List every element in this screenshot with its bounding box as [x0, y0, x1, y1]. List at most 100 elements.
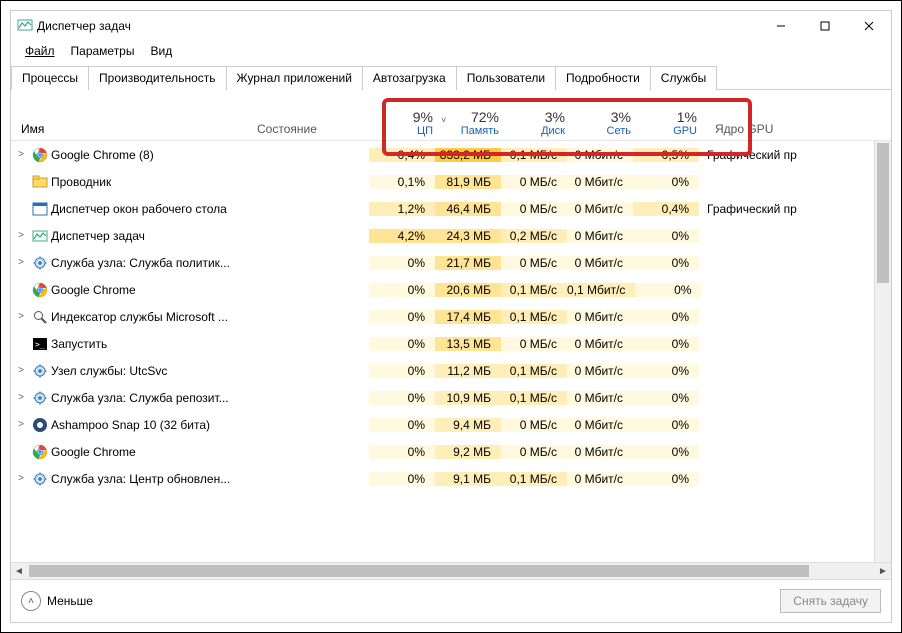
col-network[interactable]: 3% Сеть [575, 109, 641, 140]
chevron-up-icon: ˄ [21, 591, 41, 611]
tab-performance[interactable]: Производительность [88, 66, 226, 90]
process-name: Google Chrome [49, 283, 249, 297]
disk-value: 0,1 МБ/с [501, 472, 567, 486]
table-row[interactable]: >_Запустить0%13,5 МБ0 МБ/с0 Мбит/с0% [11, 330, 891, 357]
close-button[interactable] [847, 11, 891, 41]
table-row[interactable]: Google Chrome0%20,6 МБ0,1 МБ/с0,1 Мбит/с… [11, 276, 891, 303]
tab-app-history[interactable]: Журнал приложений [226, 66, 363, 90]
expand-toggle-icon[interactable]: > [11, 257, 31, 268]
process-name: Диспетчер окон рабочего стола [49, 202, 249, 216]
gpu-value: 0% [633, 364, 699, 378]
gpu-value: 0% [635, 283, 701, 297]
col-gpu[interactable]: 1% GPU [641, 109, 707, 140]
process-icon [31, 201, 49, 217]
titlebar[interactable]: Диспетчер задач [11, 11, 891, 41]
vertical-scrollbar[interactable] [874, 141, 891, 562]
maximize-button[interactable] [803, 11, 847, 41]
table-row[interactable]: >Ashampoo Snap 10 (32 бита)0%9,4 МБ0 МБ/… [11, 411, 891, 438]
process-icon [31, 390, 49, 406]
col-gpu-engine[interactable]: Ядро GPU [707, 122, 891, 140]
tab-details[interactable]: Подробности [555, 66, 651, 90]
footer: ˄ Меньше Снять задачу [11, 580, 891, 622]
process-name: Служба узла: Служба политик... [49, 256, 249, 270]
gpu-value: 0% [633, 229, 699, 243]
horizontal-scrollbar[interactable]: ◄ ► [11, 562, 891, 579]
gpu-value: 0% [633, 472, 699, 486]
scrollbar-thumb[interactable] [877, 143, 889, 283]
expand-toggle-icon[interactable]: > [11, 365, 31, 376]
col-disk[interactable]: 3% Диск [509, 109, 575, 140]
expand-toggle-icon[interactable]: > [11, 473, 31, 484]
table-row[interactable]: >Служба узла: Центр обновлен...0%9,1 МБ0… [11, 465, 891, 492]
fewer-details-button[interactable]: ˄ Меньше [21, 591, 93, 611]
tab-processes[interactable]: Процессы [11, 66, 89, 90]
cpu-value: 0,4% [369, 148, 435, 162]
process-name: Запустить [49, 337, 249, 351]
network-value: 0 Мбит/с [567, 202, 633, 216]
process-icon [31, 363, 49, 379]
table-row[interactable]: >Индексатор службы Microsoft ...0%17,4 М… [11, 303, 891, 330]
menu-view[interactable]: Вид [142, 42, 180, 60]
table-row[interactable]: >Служба узла: Служба политик...0%21,7 МБ… [11, 249, 891, 276]
expand-toggle-icon[interactable]: > [11, 419, 31, 430]
gpu-value: 0% [633, 337, 699, 351]
process-icon [31, 255, 49, 271]
col-name[interactable]: Имя [11, 122, 257, 140]
expand-toggle-icon[interactable]: > [11, 392, 31, 403]
col-cpu[interactable]: 9% ЦП [377, 109, 443, 140]
expand-toggle-icon[interactable]: > [11, 149, 31, 160]
table-row[interactable]: Проводник0,1%81,9 МБ0 МБ/с0 Мбит/с0% [11, 168, 891, 195]
memory-value: 9,4 МБ [435, 418, 501, 432]
gpu-value: 0% [633, 418, 699, 432]
col-state[interactable]: Состояние [257, 122, 377, 140]
table-row[interactable]: >Узел службы: UtcSvc0%11,2 МБ0,1 МБ/с0 М… [11, 357, 891, 384]
cpu-value: 0% [369, 310, 435, 324]
table-row[interactable]: Диспетчер окон рабочего стола1,2%46,4 МБ… [11, 195, 891, 222]
scroll-right-icon[interactable]: ► [875, 563, 891, 579]
tab-services[interactable]: Службы [650, 66, 717, 90]
gpu-value: 0,4% [633, 202, 699, 216]
disk-value: 0 МБ/с [501, 175, 567, 189]
tab-startup[interactable]: Автозагрузка [362, 66, 457, 90]
disk-value: 0 МБ/с [501, 202, 567, 216]
gpu-value: 0% [633, 445, 699, 459]
memory-value: 17,4 МБ [435, 310, 501, 324]
scrollbar-thumb[interactable] [29, 565, 809, 577]
memory-value: 833,2 МБ [435, 148, 501, 162]
scroll-left-icon[interactable]: ◄ [11, 563, 27, 579]
expand-toggle-icon[interactable]: > [11, 311, 31, 322]
process-name: Служба узла: Служба репозит... [49, 391, 249, 405]
process-list[interactable]: >Google Chrome (8)0,4%833,2 МБ0,1 МБ/с0 … [11, 141, 891, 562]
minimize-button[interactable] [759, 11, 803, 41]
menubar: Файл Параметры Вид [11, 41, 891, 61]
svg-text:>_: >_ [35, 340, 45, 349]
network-value: 0 Мбит/с [567, 175, 633, 189]
memory-value: 20,6 МБ [435, 283, 501, 297]
cpu-value: 0% [369, 391, 435, 405]
sort-indicator-icon: ˅ [441, 115, 446, 125]
table-row[interactable]: >Google Chrome (8)0,4%833,2 МБ0,1 МБ/с0 … [11, 141, 891, 168]
table-row[interactable]: Google Chrome0%9,2 МБ0 МБ/с0 Мбит/с0% [11, 438, 891, 465]
process-icon [31, 471, 49, 487]
table-row[interactable]: >Диспетчер задач4,2%24,3 МБ0,2 МБ/с0 Мби… [11, 222, 891, 249]
disk-value: 0,1 МБ/с [501, 364, 567, 378]
memory-value: 10,9 МБ [435, 391, 501, 405]
gpu-value: 0% [633, 391, 699, 405]
cpu-value: 1,2% [369, 202, 435, 216]
network-value: 0 Мбит/с [567, 445, 633, 459]
tab-users[interactable]: Пользователи [456, 66, 556, 90]
col-memory[interactable]: ˅ 72% Память [443, 109, 509, 140]
window-title: Диспетчер задач [37, 19, 131, 33]
menu-options[interactable]: Параметры [63, 42, 143, 60]
menu-file[interactable]: Файл [17, 42, 63, 60]
cpu-value: 0% [369, 283, 435, 297]
expand-toggle-icon[interactable]: > [11, 230, 31, 241]
end-task-button[interactable]: Снять задачу [780, 589, 881, 613]
memory-value: 9,2 МБ [435, 445, 501, 459]
gpu-engine-value: Графический пр [699, 148, 891, 162]
network-value: 0 Мбит/с [567, 256, 633, 270]
disk-value: 0,2 МБ/с [501, 229, 567, 243]
disk-value: 0,1 МБ/с [501, 148, 567, 162]
table-row[interactable]: >Служба узла: Служба репозит...0%10,9 МБ… [11, 384, 891, 411]
disk-value: 0,1 МБ/с [501, 283, 567, 297]
